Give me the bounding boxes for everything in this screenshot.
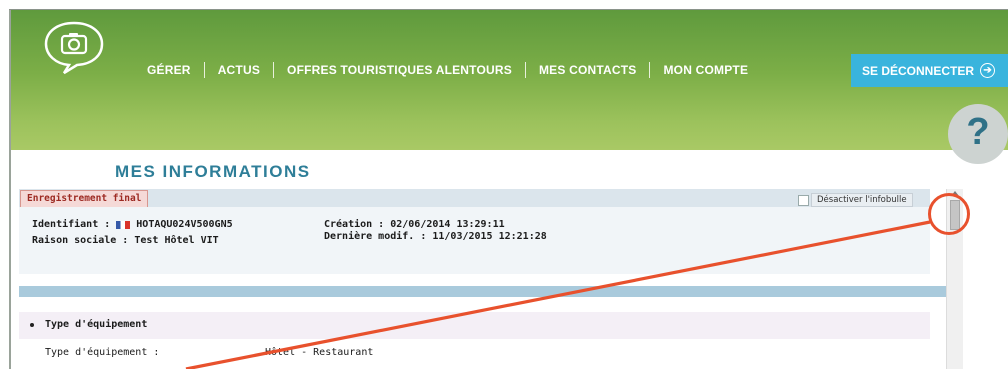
app-window: GÉRER ACTUS OFFRES TOURISTIQUES ALENTOUR… — [0, 0, 1008, 369]
annotation-arrow — [185, 220, 931, 369]
